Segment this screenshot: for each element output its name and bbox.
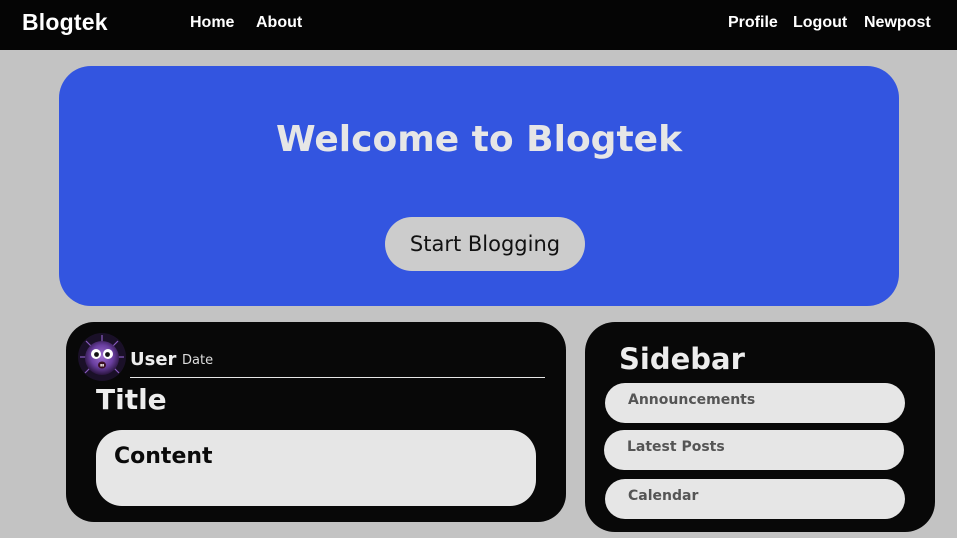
nav-link-home[interactable]: Home [190,14,234,32]
sidebar-title: Sidebar [619,342,745,376]
post-content: Content [114,444,213,469]
sidebar: Sidebar Announcements Latest Posts Calen… [585,322,935,532]
start-blogging-button[interactable]: Start Blogging [385,217,585,271]
sidebar-item-announcements[interactable]: Announcements [605,383,905,423]
purple-monster-avatar-icon [78,333,126,381]
brand-logo[interactable]: Blogtek [22,9,108,36]
hero-title: Welcome to Blogtek [275,119,683,160]
sidebar-item-calendar[interactable]: Calendar [605,479,905,519]
post-title[interactable]: Title [96,383,167,416]
post-header-divider [130,377,545,378]
nav-link-about[interactable]: About [256,14,302,32]
hero-banner: Welcome to Blogtek Start Blogging [59,66,899,306]
top-navbar: Blogtek Home About Profile Logout Newpos… [0,0,957,50]
sidebar-item-label: Latest Posts [627,439,725,455]
post-date: Date [182,353,214,368]
nav-link-profile[interactable]: Profile [728,14,778,32]
post-content-box: Content [96,430,536,506]
post-author-name[interactable]: User [130,349,176,370]
sidebar-item-label: Calendar [628,488,699,504]
nav-link-logout[interactable]: Logout [793,14,847,32]
nav-link-newpost[interactable]: Newpost [864,14,931,32]
sidebar-item-latest-posts[interactable]: Latest Posts [604,430,904,470]
sidebar-item-label: Announcements [628,392,756,408]
